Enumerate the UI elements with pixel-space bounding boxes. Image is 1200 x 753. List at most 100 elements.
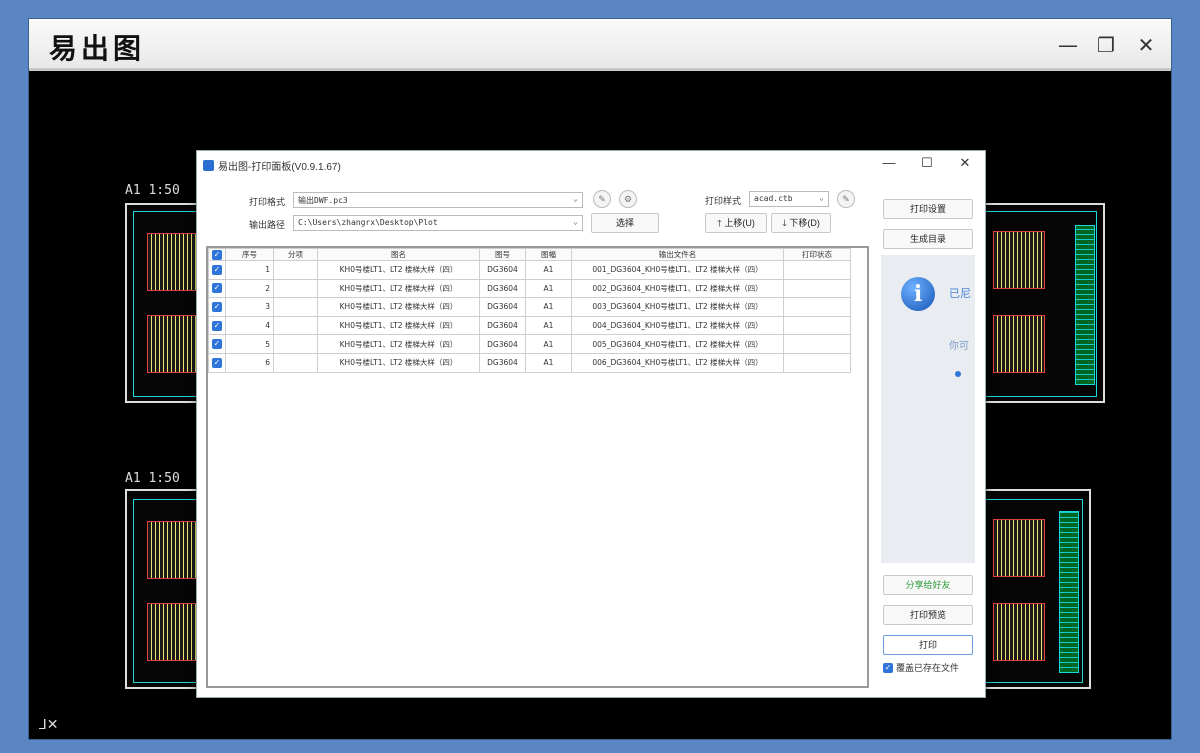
stair-detail [147,315,199,373]
info-subtitle: 你可 [949,341,969,352]
row-number: 6 [225,352,274,373]
row-item [273,352,318,373]
maximize-button[interactable]: ❐ [1091,33,1121,57]
print-style-select[interactable]: acad.ctb ⌄ [749,191,829,207]
row-print-status [783,260,851,280]
row-sheet-code: DG3604 [479,352,526,373]
output-path-value: C:\Users\zhangrx\Desktop\Plot [298,218,438,227]
chevron-down-icon: ⌄ [573,194,578,203]
checkbox-icon: ✓ [212,339,222,350]
checkbox-icon: ✓ [212,249,222,260]
table-row[interactable]: ✓ 4 KH0号楼LT1、LT2 楼梯大样（四） DG3604 A1 004_DG3604… [208,315,851,336]
print-dialog: 易出图-打印面板(V0.9.1.67) — ☐ ✕ 打印格式 输出DWF.pc3… [196,150,986,698]
share-button[interactable]: 分享给好友 [883,575,973,595]
row-sheet-name: KH0号楼LT1、LT2 楼梯大样（四） [317,334,480,354]
arrow-up-icon: 🡑 [717,218,722,228]
move-up-button[interactable]: 🡑 上移(U) [705,213,767,233]
app-title: 易出图 [49,32,146,65]
print-format-select[interactable]: 输出DWF.pc3 ⌄ [293,192,583,208]
row-sheet-size: A1 [525,315,572,336]
row-sheet-name: KH0号楼LT1、LT2 楼梯大样（四） [317,352,480,373]
row-checkbox[interactable]: ✓ [208,334,226,354]
stair-detail [147,233,199,291]
row-checkbox[interactable]: ✓ [208,315,226,336]
print-preview-button[interactable]: 打印预览 [883,605,973,625]
column-header[interactable]: 序号 [225,248,274,261]
overwrite-option[interactable]: ✓ 覆盖已存在文件 [883,661,959,674]
print-style-label: 打印样式 [705,196,742,206]
select-all-checkbox[interactable]: ✓ [208,248,226,261]
move-down-button[interactable]: 🡓 下移(D) [771,213,831,233]
stair-detail [993,315,1045,373]
stair-detail [993,519,1045,577]
row-checkbox[interactable]: ✓ [208,278,226,299]
row-output-file: 001_DG3604_KH0号楼LT1、LT2 楼梯大样（四） [571,260,784,280]
print-format-value: 输出DWF.pc3 [298,196,348,205]
row-sheet-size: A1 [525,260,572,280]
column-header[interactable]: 图名 [317,248,480,261]
settings-icon[interactable]: ⚙ [619,190,637,208]
checkbox-icon: ✓ [212,301,222,312]
dialog-maximize-button[interactable]: ☐ [913,153,941,173]
output-path-select[interactable]: C:\Users\zhangrx\Desktop\Plot ⌄ [293,215,583,231]
row-output-file: 005_DG3604_KH0号楼LT1、LT2 楼梯大样（四） [571,334,784,354]
column-header[interactable]: 图幅 [525,248,572,261]
column-header[interactable]: 分项 [273,248,318,261]
row-item [273,297,318,317]
row-item [273,260,318,280]
row-checkbox[interactable]: ✓ [208,352,226,373]
checkbox-icon[interactable]: ✓ [883,662,893,673]
info-icon: i [901,277,935,311]
column-header[interactable]: 图号 [479,248,526,261]
column-header[interactable]: 打印状态 [783,248,851,261]
row-checkbox[interactable]: ✓ [208,297,226,317]
checkbox-icon: ✓ [212,357,222,368]
print-settings-button[interactable]: 打印设置 [883,199,973,219]
row-sheet-size: A1 [525,334,572,354]
row-sheet-size: A1 [525,352,572,373]
edit-style-icon[interactable]: ✎ [837,190,855,208]
row-number: 5 [225,334,274,354]
dialog-minimize-button[interactable]: — [875,153,903,173]
row-sheet-name: KH0号楼LT1、LT2 楼梯大样（四） [317,278,480,299]
row-sheet-name: KH0号楼LT1、LT2 楼梯大样（四） [317,297,480,317]
row-number: 4 [225,315,274,336]
table-row[interactable]: ✓ 2 KH0号楼LT1、LT2 楼梯大样（四） DG3604 A1 002_DG3604… [208,278,851,299]
row-item [273,334,318,354]
table-row[interactable]: ✓ 1 KH0号楼LT1、LT2 楼梯大样（四） DG3604 A1 001_DG3604… [208,260,851,280]
row-number: 2 [225,278,274,299]
dialog-titlebar: 易出图-打印面板(V0.9.1.67) [203,155,341,175]
row-sheet-name: KH0号楼LT1、LT2 楼梯大样（四） [317,315,480,336]
select-folder-button[interactable]: 选择 [591,213,659,233]
dialog-title: 易出图-打印面板(V0.9.1.67) [218,161,341,173]
dialog-close-button[interactable]: ✕ [951,153,979,173]
row-output-file: 003_DG3604_KH0号楼LT1、LT2 楼梯大样（四） [571,297,784,317]
row-item [273,315,318,336]
close-button[interactable]: ✕ [1131,33,1161,57]
title-block [1059,511,1079,673]
minimize-button[interactable]: — [1053,33,1083,57]
arrow-down-icon: 🡓 [782,218,787,228]
print-format-label: 打印格式 [249,197,286,207]
print-style-value: acad.ctb [754,194,793,203]
generate-catalog-button[interactable]: 生成目录 [883,229,973,249]
print-button[interactable]: 打印 [883,635,973,655]
table-row[interactable]: ✓ 3 KH0号楼LT1、LT2 楼梯大样（四） DG3604 A1 003_DG3604… [208,297,851,317]
row-number: 1 [225,260,274,280]
row-item [273,278,318,299]
overwrite-label: 覆盖已存在文件 [896,663,960,673]
table-row[interactable]: ✓ 6 KH0号楼LT1、LT2 楼梯大样（四） DG3604 A1 006_DG3604… [208,352,851,373]
row-checkbox[interactable]: ✓ [208,260,226,280]
table-row[interactable]: ✓ 5 KH0号楼LT1、LT2 楼梯大样（四） DG3604 A1 005_DG3604… [208,334,851,354]
row-sheet-size: A1 [525,278,572,299]
sheet-list-table: ✓ 序号 分项 图名 图号 图幅 输出文件名 打印状态 ✓ 1 KH0号楼LT1、L… [208,248,851,373]
row-sheet-code: DG3604 [479,334,526,354]
row-sheet-code: DG3604 [479,315,526,336]
row-print-status [783,334,851,354]
stair-detail [993,231,1045,289]
move-down-label: 下移(D) [789,218,820,228]
row-output-file: 004_DG3604_KH0号楼LT1、LT2 楼梯大样（四） [571,315,784,336]
stair-detail [147,521,199,579]
edit-icon[interactable]: ✎ [593,190,611,208]
column-header[interactable]: 输出文件名 [571,248,784,261]
